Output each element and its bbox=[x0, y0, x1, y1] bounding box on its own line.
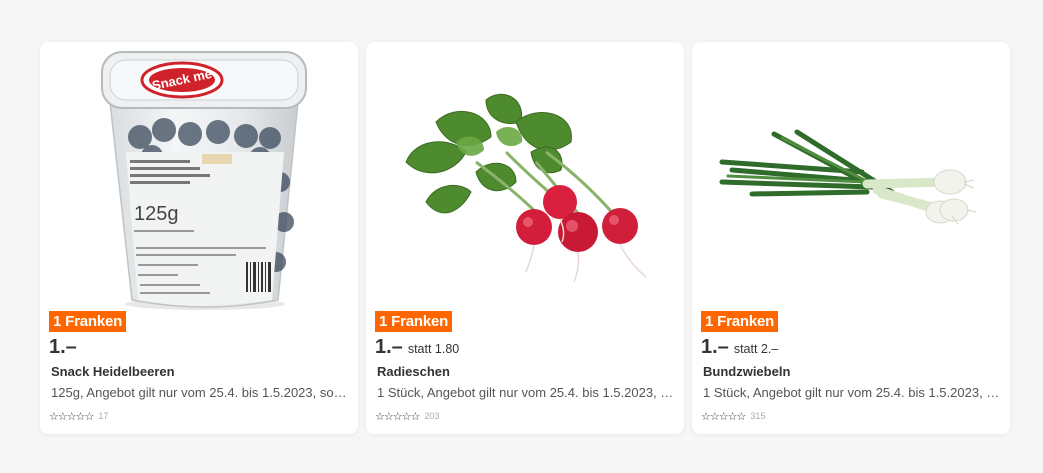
star-icon: ☆ bbox=[410, 409, 421, 423]
price-row: 1.– bbox=[49, 336, 82, 360]
product-card-radieschen[interactable]: 1 Franken 1.– statt 1.80 Radieschen 1 Stü… bbox=[366, 42, 684, 434]
spring-onions-image[interactable] bbox=[692, 42, 1010, 312]
rating: ☆ ☆ ☆ ☆ ☆ 203 bbox=[375, 410, 439, 422]
rating-count: 203 bbox=[424, 411, 440, 421]
star-icon: ☆ bbox=[383, 409, 394, 423]
promo-badge: 1 Franken bbox=[375, 311, 453, 332]
price: 1.– bbox=[375, 336, 403, 358]
price-row: 1.– statt 2.– bbox=[701, 336, 778, 360]
product-grid: Snack me 125g 1 Franken 1.– Snack Heidel… bbox=[0, 0, 1043, 473]
promo-badge: 1 Franken bbox=[49, 311, 127, 332]
star-icon: ☆ bbox=[401, 409, 412, 423]
star-icon: ☆ bbox=[49, 409, 59, 423]
star-icon: ☆ bbox=[75, 409, 86, 423]
star-icon: ☆ bbox=[392, 409, 403, 423]
original-price: statt 1.80 bbox=[407, 342, 460, 356]
promo-badge: 1 Franken bbox=[701, 311, 779, 332]
product-card-bundzwiebeln[interactable]: 1 Franken 1.– statt 2.– Bundzwiebeln 1 St… bbox=[692, 42, 1010, 434]
rating-count: 315 bbox=[750, 411, 766, 421]
star-icon: ☆ bbox=[701, 409, 711, 423]
star-icon: ☆ bbox=[718, 409, 729, 423]
star-icon: ☆ bbox=[736, 409, 747, 423]
star-icon: ☆ bbox=[375, 409, 385, 423]
star-icon: ☆ bbox=[66, 409, 77, 423]
price-row: 1.– statt 1.80 bbox=[375, 336, 459, 360]
star-rating-icons: ☆ ☆ ☆ ☆ ☆ bbox=[49, 409, 95, 423]
star-icon: ☆ bbox=[709, 409, 720, 423]
star-icon: ☆ bbox=[727, 409, 738, 423]
star-rating-icons: ☆ ☆ ☆ ☆ ☆ bbox=[701, 409, 747, 423]
rating-count: 17 bbox=[98, 411, 109, 421]
product-name[interactable]: Bundzwiebeln bbox=[703, 364, 790, 379]
price: 1.– bbox=[701, 336, 729, 358]
product-card-snack-heidelbeeren[interactable]: Snack me 125g 1 Franken 1.– Snack Heidel… bbox=[40, 42, 358, 434]
radishes-image[interactable] bbox=[366, 42, 684, 312]
price: 1.– bbox=[49, 336, 77, 358]
product-description: 1 Stück, Angebot gilt nur vom 25.4. bis … bbox=[703, 385, 1001, 400]
star-rating-icons: ☆ ☆ ☆ ☆ ☆ bbox=[375, 409, 421, 423]
original-price: statt 2.– bbox=[733, 342, 779, 356]
product-description: 1 Stück, Angebot gilt nur vom 25.4. bis … bbox=[377, 385, 675, 400]
product-name[interactable]: Radieschen bbox=[377, 364, 450, 379]
rating: ☆ ☆ ☆ ☆ ☆ 315 bbox=[701, 410, 765, 422]
product-name[interactable]: Snack Heidelbeeren bbox=[51, 364, 175, 379]
star-icon: ☆ bbox=[57, 409, 68, 423]
star-icon: ☆ bbox=[84, 409, 95, 423]
svg-text:125g: 125g bbox=[134, 203, 179, 225]
blueberry-cup-image[interactable]: Snack me 125g bbox=[40, 42, 358, 312]
rating: ☆ ☆ ☆ ☆ ☆ 17 bbox=[49, 410, 108, 422]
product-description: 125g, Angebot gilt nur vom 25.4. bis 1.5… bbox=[51, 385, 349, 400]
